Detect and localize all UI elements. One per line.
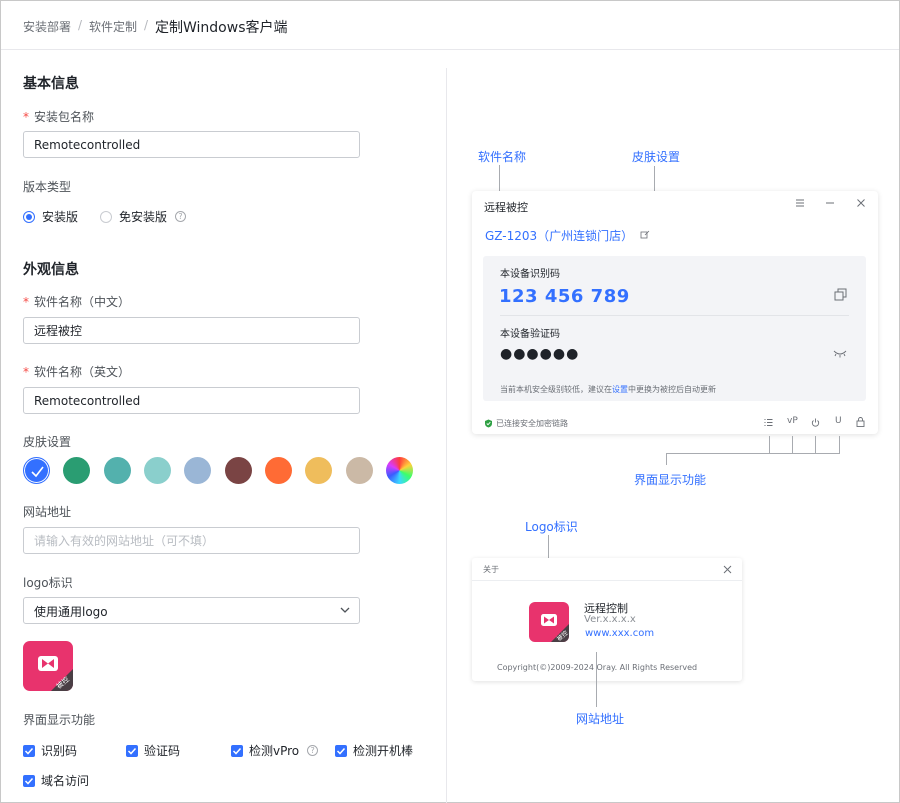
annotation-line bbox=[596, 652, 597, 707]
website-input[interactable] bbox=[23, 527, 360, 554]
client-preview-window: 远程被控 GZ-1203（广州连锁门店） 本设备识别码 123 456 789 … bbox=[472, 191, 878, 434]
skin-label: 皮肤设置 bbox=[23, 435, 72, 449]
verify-code-label: 本设备验证码 bbox=[500, 329, 560, 340]
annotation-software-name: 软件名称 bbox=[478, 150, 527, 164]
skin-swatch-yellow[interactable] bbox=[305, 457, 332, 484]
page-title: 定制Windows客户端 bbox=[155, 20, 288, 36]
eye-closed-icon[interactable] bbox=[833, 349, 847, 358]
checkbox-id-code[interactable]: 识别码 bbox=[23, 742, 77, 759]
radio-unchecked bbox=[100, 210, 112, 223]
annotation-line bbox=[666, 453, 840, 454]
checkbox-boot-stick[interactable]: 检测开机棒 bbox=[335, 742, 413, 759]
security-note: 当前本机安全级别较低，建议在设置中更换为被控后自动更新 bbox=[500, 385, 716, 394]
minimize-icon[interactable] bbox=[824, 197, 836, 209]
checkbox-checked-icon bbox=[231, 744, 243, 757]
check-icon bbox=[31, 466, 44, 478]
name-cn-input[interactable] bbox=[23, 317, 360, 344]
about-logo: 被控 bbox=[529, 602, 569, 642]
package-name-input[interactable] bbox=[23, 131, 360, 158]
radio-portable-version[interactable]: 免安装版 ? bbox=[100, 208, 187, 225]
usb-icon[interactable]: U bbox=[835, 416, 842, 426]
annotation-line bbox=[815, 436, 816, 454]
checkbox-vpro[interactable]: 检测vPro ? bbox=[231, 742, 319, 759]
skin-swatch-lightblue[interactable] bbox=[184, 457, 211, 484]
section-basic-title: 基本信息 bbox=[23, 76, 79, 92]
list-icon[interactable] bbox=[764, 418, 773, 427]
checkbox-checked-icon bbox=[23, 774, 35, 787]
panel-divider bbox=[500, 315, 849, 316]
about-dialog-header: 关于 bbox=[472, 558, 742, 581]
features-label: 界面显示功能 bbox=[23, 713, 96, 727]
verify-code-value: ●●●●●● bbox=[500, 346, 580, 362]
checkbox-checked-icon bbox=[23, 744, 35, 757]
id-code-value: 123 456 789 bbox=[499, 286, 630, 307]
annotation-line bbox=[839, 436, 840, 454]
annotation-line bbox=[792, 436, 793, 454]
lock-icon[interactable] bbox=[856, 417, 865, 427]
checkbox-verify-code[interactable]: 验证码 bbox=[126, 742, 180, 759]
annotation-line bbox=[499, 165, 500, 193]
annotation-skin: 皮肤设置 bbox=[632, 150, 681, 164]
annotation-line bbox=[666, 453, 667, 465]
connection-status: 已连接安全加密链路 bbox=[484, 418, 568, 429]
name-en-label: * 软件名称（英文） bbox=[23, 365, 131, 379]
logo-select[interactable]: 使用通用logo bbox=[23, 597, 360, 624]
annotation-website: 网站地址 bbox=[576, 712, 625, 726]
version-type-label: 版本类型 bbox=[23, 180, 72, 194]
radio-checked bbox=[23, 210, 35, 223]
radio-install-version[interactable]: 安装版 bbox=[23, 208, 78, 225]
breadcrumb-separator: / bbox=[78, 18, 83, 32]
checkbox-checked-icon bbox=[126, 744, 138, 757]
breadcrumb: 安装部署 / 软件定制 / 定制Windows客户端 bbox=[1, 1, 899, 50]
id-code-label: 本设备识别码 bbox=[500, 269, 560, 280]
skin-swatch-beige[interactable] bbox=[346, 457, 373, 484]
close-icon[interactable] bbox=[855, 197, 867, 209]
chevron-down-icon bbox=[340, 607, 350, 613]
close-icon[interactable] bbox=[723, 565, 732, 574]
skin-swatch-orange[interactable] bbox=[265, 457, 292, 484]
annotation-line bbox=[769, 436, 770, 454]
about-dialog-preview: 关于 被控 远程控制 Ver.x.x.x.x www.xxx.com Copyr… bbox=[472, 558, 742, 681]
checkbox-checked-icon bbox=[335, 744, 347, 757]
panel-divider bbox=[446, 68, 447, 803]
skin-swatch-mint[interactable] bbox=[144, 457, 171, 484]
settings-link[interactable]: 设置 bbox=[612, 385, 628, 394]
logo-preview: 被控 bbox=[23, 641, 73, 691]
edit-icon[interactable] bbox=[640, 230, 650, 240]
annotation-ui-features: 界面显示功能 bbox=[634, 473, 707, 487]
vpro-icon[interactable]: vP bbox=[787, 416, 798, 426]
preview-window-title: 远程被控 bbox=[484, 201, 528, 214]
package-name-label: * 安装包名称 bbox=[23, 110, 95, 124]
copy-icon[interactable] bbox=[834, 288, 847, 301]
about-copyright: Copyright(©)2009-2024 Oray. All Rights R… bbox=[497, 663, 698, 672]
skin-swatch-teal[interactable] bbox=[104, 457, 131, 484]
about-website-link[interactable]: www.xxx.com bbox=[585, 628, 654, 639]
about-version: Ver.x.x.x.x bbox=[584, 614, 636, 625]
website-label: 网站地址 bbox=[23, 505, 72, 519]
annotation-logo: Logo标识 bbox=[525, 520, 578, 534]
skin-swatch-custom[interactable] bbox=[386, 457, 413, 484]
breadcrumb-item-install[interactable]: 安装部署 bbox=[23, 18, 71, 35]
device-code-panel: 本设备识别码 123 456 789 本设备验证码 ●●●●●● 当前本机安全级… bbox=[483, 256, 866, 401]
shield-check-icon bbox=[485, 419, 492, 428]
logo-label: logo标识 bbox=[23, 576, 73, 590]
skin-swatch-green[interactable] bbox=[63, 457, 90, 484]
skin-swatch-blue[interactable] bbox=[23, 457, 50, 484]
checkbox-domain-access[interactable]: 域名访问 bbox=[23, 772, 89, 789]
question-icon[interactable]: ? bbox=[307, 745, 319, 756]
skin-swatch-maroon[interactable] bbox=[225, 457, 252, 484]
name-en-input[interactable] bbox=[23, 387, 360, 414]
question-icon[interactable]: ? bbox=[175, 211, 187, 222]
breadcrumb-item-custom[interactable]: 软件定制 bbox=[89, 18, 137, 35]
breadcrumb-separator: / bbox=[144, 18, 149, 32]
power-icon[interactable] bbox=[811, 418, 820, 427]
device-name[interactable]: GZ-1203（广州连锁门店） bbox=[485, 227, 650, 244]
section-appearance-title: 外观信息 bbox=[23, 262, 79, 278]
name-cn-label: * 软件名称（中文） bbox=[23, 295, 131, 309]
menu-icon[interactable] bbox=[794, 197, 806, 209]
